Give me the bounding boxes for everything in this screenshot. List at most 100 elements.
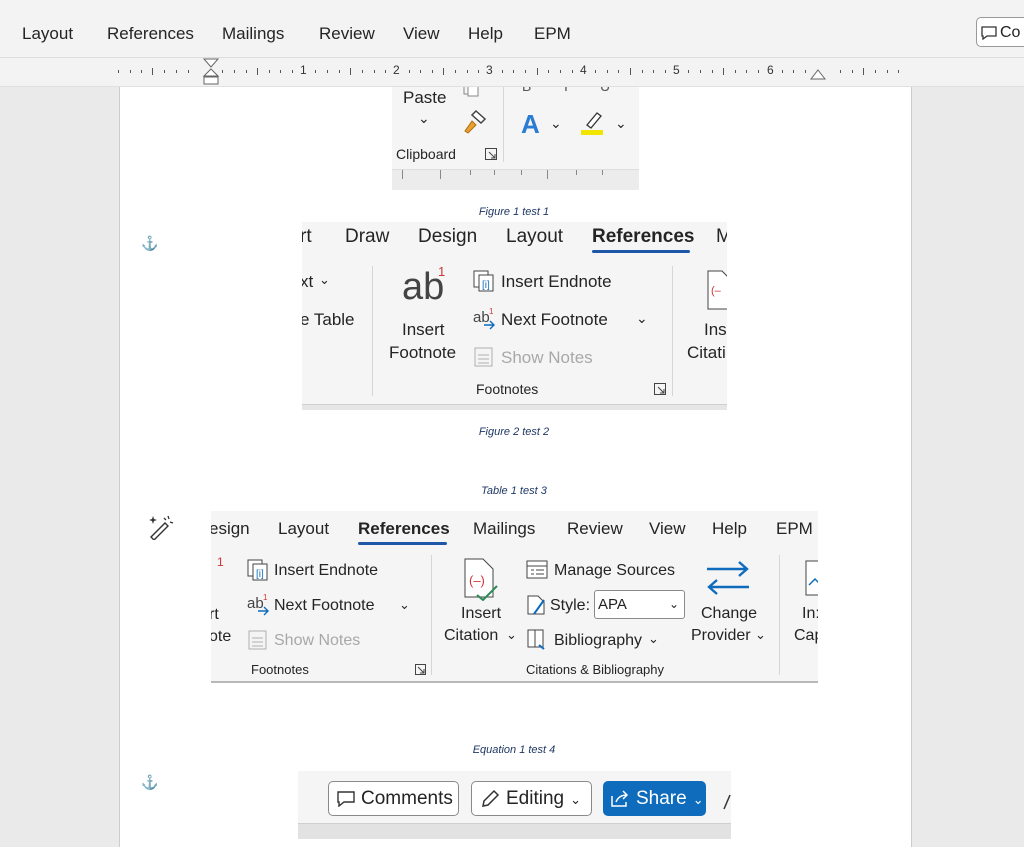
- design-ideas-icon[interactable]: [146, 512, 174, 540]
- figure-2-image[interactable]: rt Draw Design Layout References M xt ⌄ …: [302, 222, 727, 410]
- insert-endnote-icon: [i]: [247, 559, 268, 581]
- tab-view[interactable]: View: [403, 24, 440, 44]
- text-effects-icon[interactable]: A: [521, 109, 540, 140]
- document-page[interactable]: [119, 87, 912, 847]
- footnote-superscript: 1: [217, 555, 224, 569]
- insert-endnote-label[interactable]: Insert Endnote: [274, 562, 378, 580]
- paste-label: Paste: [403, 88, 447, 107]
- tab-epm[interactable]: EPM: [534, 24, 571, 44]
- share-button[interactable]: Share ⌄: [603, 781, 706, 816]
- chevron-down-icon: ⌄: [319, 272, 330, 287]
- tab-layout: Layout: [278, 519, 330, 538]
- editing-mode-button[interactable]: Editing ⌄: [471, 781, 592, 816]
- partial-label: Citati: [687, 343, 726, 362]
- style-icon: [527, 595, 545, 615]
- footnote-superscript: 1: [438, 264, 446, 279]
- svg-text:ab: ab: [473, 309, 490, 326]
- pen-icon[interactable]: [722, 791, 731, 811]
- bibliography-label[interactable]: Bibliography: [554, 632, 642, 650]
- ruler-number: 5: [673, 63, 680, 77]
- chevron-down-icon[interactable]: ⌄: [399, 597, 410, 613]
- dialog-launcher-icon[interactable]: [415, 664, 426, 675]
- tab-view: View: [649, 519, 686, 538]
- tab-review: Review: [567, 519, 623, 538]
- copy-icon: [463, 87, 479, 97]
- footnotes-group-label: Footnotes: [476, 381, 539, 397]
- underline-icon: U: [600, 87, 610, 94]
- tab-mailings: Mailings: [473, 519, 536, 538]
- figure-caption: Figure 1 test 1: [478, 206, 550, 218]
- right-indent-marker-icon[interactable]: [810, 68, 826, 82]
- insert-footnote-icon: ): [211, 569, 212, 595]
- ruler-strip: [302, 404, 727, 410]
- change-provider-label[interactable]: Change: [701, 605, 757, 623]
- change-provider-label[interactable]: Provider: [691, 627, 751, 645]
- ruler-number: 2: [393, 63, 400, 77]
- chevron-down-icon[interactable]: ⌄: [506, 627, 517, 643]
- next-footnote-icon: ab 1: [247, 594, 269, 616]
- ruler-number: 3: [486, 63, 493, 77]
- format-painter-icon: [464, 109, 487, 134]
- chevron-down-icon[interactable]: ⌄: [755, 627, 766, 643]
- comment-icon: [981, 26, 997, 41]
- equation-caption: Equation 1 test 4: [472, 744, 556, 756]
- next-footnote-label[interactable]: Next Footnote: [274, 597, 375, 615]
- svg-text:(–: (–: [711, 285, 722, 297]
- tab-layout[interactable]: Layout: [22, 24, 73, 44]
- insert-citation-icon: (–): [464, 558, 498, 601]
- dialog-launcher-icon[interactable]: [654, 383, 666, 395]
- bibliography-icon: [527, 629, 545, 650]
- comments-button[interactable]: Co: [976, 17, 1024, 47]
- comments-button[interactable]: Comments: [328, 781, 459, 816]
- tab-review[interactable]: Review: [319, 24, 375, 44]
- partial-label: e Table: [302, 310, 355, 329]
- insert-endnote-icon: [i]: [473, 270, 494, 292]
- chevron-down-icon[interactable]: ⌄: [648, 631, 659, 647]
- pencil-icon: [482, 789, 500, 807]
- insert-caption-icon: [805, 560, 818, 596]
- tab-epm: EPM: [776, 519, 813, 538]
- figure-4-image[interactable]: Comments Editing ⌄ Share ⌄: [298, 771, 731, 839]
- chevron-down-icon[interactable]: ⌄: [636, 310, 648, 327]
- insert-citation-label[interactable]: Insert: [461, 605, 501, 623]
- next-footnote-label[interactable]: Next Footnote: [501, 310, 608, 330]
- active-tab-underline: [358, 542, 447, 545]
- chevron-down-icon[interactable]: ⌄: [615, 115, 627, 132]
- show-notes-label[interactable]: Show Notes: [501, 348, 593, 368]
- figure-1-image[interactable]: Paste ⌄ B I U A ⌄ ⌄ Clipboard: [392, 87, 639, 190]
- partial-label: rt: [211, 606, 219, 623]
- insert-citation-label[interactable]: Citation: [444, 627, 498, 645]
- ruler-number: 1: [300, 63, 307, 77]
- horizontal-ruler[interactable]: 1 2 3 4 5 6: [0, 58, 1024, 87]
- style-select[interactable]: APA ⌄: [594, 590, 685, 619]
- dialog-launcher-icon[interactable]: [485, 148, 497, 160]
- share-icon: [611, 790, 629, 807]
- next-footnote-icon: ab 1: [473, 308, 495, 330]
- partial-label: Cap: [794, 627, 818, 644]
- chevron-down-icon: ⌄: [692, 792, 704, 807]
- tab-references: References: [358, 519, 450, 538]
- insert-footnote-label[interactable]: Footnote: [389, 343, 456, 363]
- tab-draw: Draw: [345, 226, 390, 247]
- manage-sources-icon: [526, 560, 548, 579]
- insert-endnote-label[interactable]: Insert Endnote: [501, 272, 612, 292]
- ruler-strip: [298, 823, 731, 839]
- insert-footnote-label[interactable]: Insert: [402, 320, 445, 340]
- anchor-icon[interactable]: ⚓: [141, 774, 158, 791]
- show-notes-label[interactable]: Show Notes: [274, 632, 360, 650]
- highlight-icon[interactable]: [580, 109, 606, 135]
- figure-3-image[interactable]: esign Layout References Mailings Review …: [211, 511, 818, 686]
- chevron-down-icon: ⌄: [418, 110, 430, 126]
- show-notes-icon: [248, 630, 267, 650]
- tab-references[interactable]: References: [107, 24, 194, 44]
- anchor-icon[interactable]: ⚓: [141, 235, 158, 252]
- tab-help[interactable]: Help: [468, 24, 503, 44]
- chevron-down-icon[interactable]: ⌄: [550, 115, 562, 132]
- svg-text:(–): (–): [469, 573, 485, 588]
- indent-marker-icon[interactable]: [203, 58, 219, 86]
- tab-mailings[interactable]: Mailings: [222, 24, 284, 44]
- tab-design: Design: [418, 226, 478, 247]
- insert-citation-icon: (–: [707, 270, 727, 310]
- footnotes-group-label: Footnotes: [251, 662, 309, 677]
- manage-sources-label[interactable]: Manage Sources: [554, 562, 675, 580]
